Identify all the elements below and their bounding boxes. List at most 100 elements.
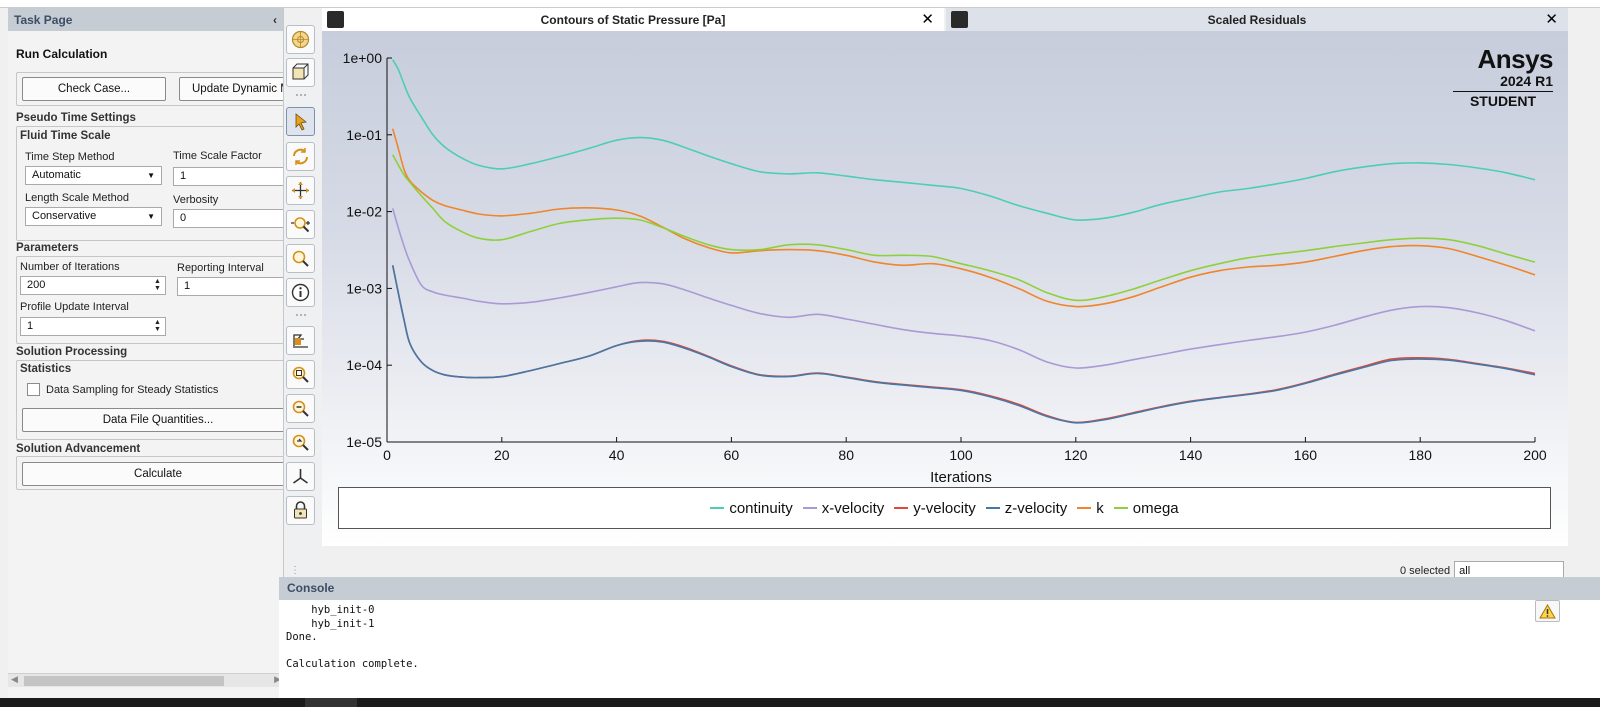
y-tick-label: 1e-04	[346, 357, 382, 373]
pointer-icon	[295, 113, 307, 131]
scroll-left-icon[interactable]: ◀	[11, 674, 18, 685]
graphics-toolbar	[284, 24, 319, 576]
length-scale-method-label: Length Scale Method	[25, 192, 129, 204]
time-scale-factor-input[interactable]: 1	[173, 167, 283, 186]
residuals-chart[interactable]: 1e+00 1e-01 1e-02 1e-03 1e-04 1e-050 20 40 60 80 1…	[322, 31, 1568, 546]
x-tick-label: 40	[609, 447, 625, 463]
tab-contours-title: Contours of Static Pressure [Pa]	[540, 12, 726, 27]
view-axes-button[interactable]	[286, 462, 315, 491]
calculate-button[interactable]: Calculate	[22, 462, 283, 486]
console-panel[interactable]: Console hyb_init-0 hyb_init-1 Done. Calc…	[279, 577, 1600, 698]
legend-item-k: k	[1077, 500, 1104, 517]
collapse-panel-icon[interactable]: ‹	[273, 13, 277, 27]
data-sampling-checkbox[interactable]	[27, 383, 40, 396]
reporting-interval-input[interactable]: 1	[177, 277, 283, 296]
series-line-z-velocity	[391, 265, 1536, 424]
number-of-iterations-stepper[interactable]: 200 ▲ ▼	[20, 276, 166, 295]
close-icon[interactable]: ✕	[1545, 10, 1558, 28]
tab-residuals-title: Scaled Residuals	[1207, 12, 1307, 27]
length-scale-method-value: Conservative	[32, 210, 97, 222]
spin-arrows-icon[interactable]: ▲ ▼	[153, 319, 162, 334]
y-tick-label: 1e-02	[346, 204, 382, 220]
zoom-out-button[interactable]	[286, 394, 315, 423]
check-case-button[interactable]: Check Case...	[22, 77, 166, 101]
legend-label: k	[1096, 499, 1104, 517]
residuals-tab-icon	[951, 11, 968, 28]
graphics-window[interactable]: 1e+00 1e-01 1e-02 1e-03 1e-04 1e-05 0 20 40 60 80 1…	[322, 31, 1568, 546]
data-sampling-label: Data Sampling for Steady Statistics	[46, 384, 219, 396]
lock-view-button[interactable]	[286, 496, 315, 525]
verbosity-input[interactable]: 0	[173, 209, 283, 228]
chevron-down-icon: ▼	[147, 171, 155, 180]
scrollbar-thumb[interactable]	[24, 676, 224, 686]
profile-update-interval-stepper[interactable]: 1 ▲ ▼	[20, 317, 166, 336]
length-scale-method-dropdown[interactable]: Conservative ▼	[25, 207, 162, 226]
spin-arrows-icon[interactable]: ▲ ▼	[153, 278, 162, 293]
previous-view-button[interactable]	[286, 428, 315, 457]
x-tick-label: 160	[1294, 447, 1318, 463]
info-icon	[291, 283, 310, 302]
series-line-continuity	[392, 59, 1536, 221]
select-pointer-button[interactable]	[286, 107, 315, 136]
legend-item-z-velocity: z-velocity	[985, 500, 1067, 517]
top-menu-strip	[0, 0, 1600, 8]
data-file-quantities-button[interactable]: Data File Quantities...	[22, 408, 283, 432]
console-output[interactable]: hyb_init-0 hyb_init-1 Done. Calculation …	[279, 600, 1600, 676]
toolbar-separator	[296, 94, 306, 96]
close-icon[interactable]: ✕	[921, 10, 934, 28]
task-page-scrollbar[interactable]: ◀ ▶	[8, 673, 283, 687]
time-step-method-value: Automatic	[32, 169, 81, 181]
splitter-grip[interactable]: ⋮	[290, 565, 301, 576]
tab-contours[interactable]: Contours of Static Pressure [Pa] ✕	[322, 8, 944, 31]
fluent-window: Task Page ‹ Run Calculation Check Case..…	[0, 0, 1600, 707]
time-step-method-dropdown[interactable]: Automatic ▼	[25, 166, 162, 185]
rotate-icon	[293, 148, 308, 165]
legend-swatch	[985, 507, 1000, 509]
logo-version: 2024 R1	[1500, 73, 1553, 89]
legend-item-continuity: continuity	[710, 500, 793, 517]
zoom-out-icon	[292, 400, 309, 417]
series-line-y-velocity	[391, 265, 1536, 424]
display-tool-button[interactable]	[286, 25, 315, 54]
ansys-logo: Ansys 2024 R1 STUDENT	[1453, 45, 1554, 110]
solution-advancement-heading: Solution Advancement	[16, 443, 141, 455]
y-tick-label: 1e-03	[346, 280, 382, 296]
legend-swatch	[1077, 507, 1092, 509]
fit-view-icon	[293, 334, 308, 348]
x-tick-label: 200	[1523, 447, 1547, 463]
probe-info-button[interactable]	[286, 278, 315, 307]
tab-scaled-residuals[interactable]: Scaled Residuals ✕	[946, 8, 1568, 31]
warning-button[interactable]	[1535, 600, 1560, 622]
zoom-tool-button[interactable]	[286, 210, 315, 239]
series-line-x-velocity	[391, 208, 1536, 369]
legend-swatch	[1113, 507, 1128, 509]
zoom-to-area-button[interactable]	[286, 244, 315, 273]
legend-item-y-velocity: y-velocity	[894, 500, 976, 517]
zoom-previous-icon	[292, 434, 309, 451]
fit-to-window-button[interactable]	[286, 326, 315, 355]
statistics-heading: Statistics	[20, 363, 72, 375]
zoom-box-button[interactable]	[286, 360, 315, 389]
magnifier-icon	[292, 250, 309, 267]
x-tick-label: 60	[724, 447, 740, 463]
legend-label: x-velocity	[821, 499, 885, 517]
pan-icon	[292, 182, 309, 199]
x-tick-label: 0	[383, 447, 391, 463]
chevron-down-icon: ▼	[147, 212, 155, 221]
solution-processing-heading: Solution Processing	[16, 346, 128, 358]
legend-swatch	[802, 507, 817, 509]
x-tick-label: 80	[838, 447, 854, 463]
console-header: Console	[279, 577, 1600, 600]
reporting-interval-label: Reporting Interval	[177, 262, 264, 274]
taskbar-item[interactable]	[305, 698, 357, 707]
pan-view-button[interactable]	[286, 176, 315, 205]
mesh-display-button[interactable]	[286, 58, 315, 87]
legend-label: omega	[1132, 499, 1179, 517]
legend-item-x-velocity: x-velocity	[802, 499, 885, 517]
series-line-omega	[392, 154, 1536, 302]
rotate-view-button[interactable]	[286, 142, 315, 171]
time-scale-factor-label: Time Scale Factor	[173, 150, 262, 162]
time-step-method-label: Time Step Method	[25, 151, 115, 163]
update-dynamic-mesh-button[interactable]: Update Dynamic Mesh...	[179, 77, 283, 101]
legend-item-omega: omega	[1113, 499, 1179, 517]
